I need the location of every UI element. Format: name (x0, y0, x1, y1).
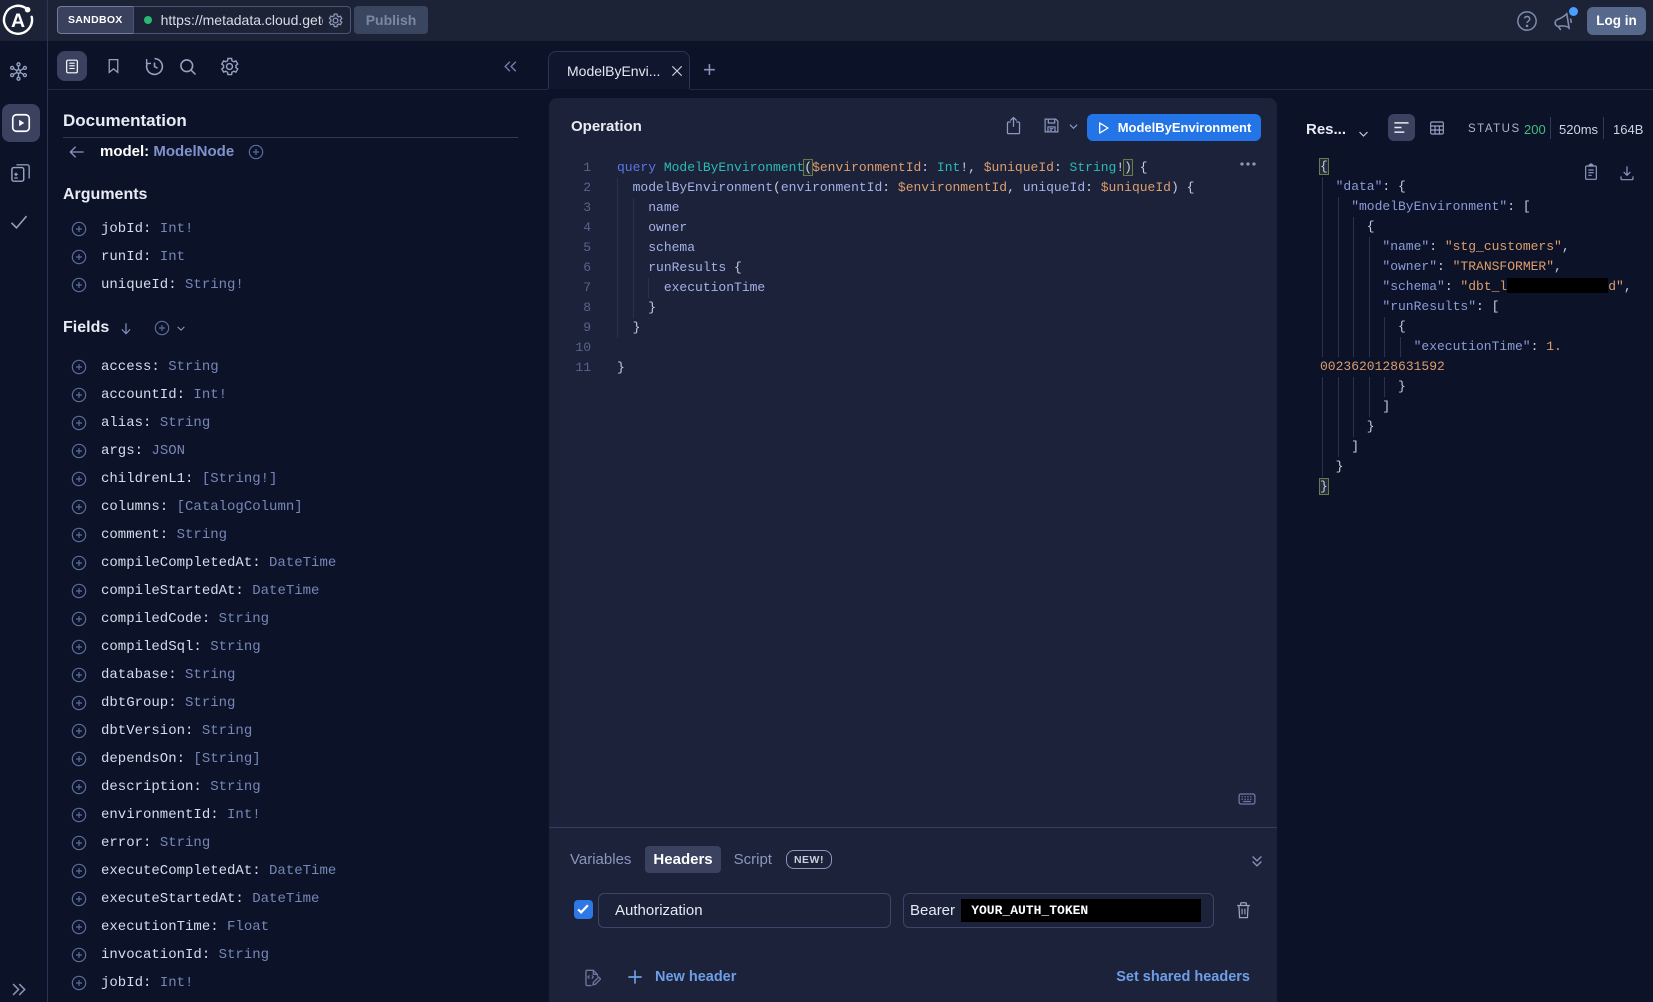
svg-text:A: A (11, 10, 25, 32)
